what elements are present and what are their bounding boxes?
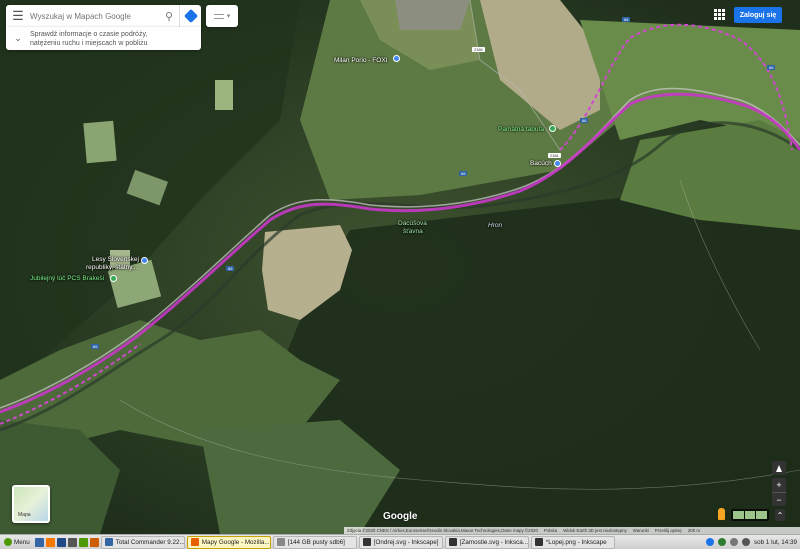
task-inkscape-ondrej[interactable]: [Ondrej.svg - Inkscape]	[358, 535, 443, 549]
map-label-stavna[interactable]: šťavna	[403, 228, 423, 235]
task-disk[interactable]: [144 GB pusty sdb6]	[272, 535, 357, 549]
task-label: [Ondrej.svg - Inkscape]	[373, 538, 439, 546]
attribution-feedback[interactable]: Prześlij opinię	[655, 528, 682, 533]
task-inkscape-lopej[interactable]: *Lopej.png - Inkscape	[530, 535, 615, 549]
poi-office-icon[interactable]	[141, 257, 148, 264]
network-icon[interactable]	[729, 538, 738, 546]
mint-menu-icon	[4, 538, 12, 546]
hp-icon[interactable]	[705, 538, 714, 546]
compass-icon	[776, 464, 782, 472]
map-label-pamatna-tabula[interactable]: Pamätná tabuľa	[498, 126, 544, 133]
firefox-icon	[190, 538, 199, 546]
expand-icon[interactable]: ⌃	[775, 509, 785, 521]
task-total-commander[interactable]: Total Commander 9.22...	[100, 535, 185, 549]
task-firefox[interactable]: Mapy Google - Mozilla...	[186, 535, 271, 549]
taskbar: Menu Total Commander 9.22... Mapy Google…	[0, 534, 800, 549]
task-label: Mapy Google - Mozilla...	[201, 538, 270, 546]
scale-label[interactable]: 200 m	[688, 528, 700, 533]
shield-icon[interactable]	[717, 538, 726, 546]
zoom-control: + −	[772, 478, 786, 506]
map-label-lesy-2[interactable]: republiky, štátny...	[86, 264, 137, 271]
traffic-info-card[interactable]: ⌄ Sprawdź informacje o czasie podróży, n…	[6, 27, 201, 50]
files-icon[interactable]	[45, 537, 55, 547]
start-menu-button[interactable]: Menu	[0, 535, 34, 549]
poi-monument-icon[interactable]	[549, 125, 556, 132]
task-label: [Zamostie.svg - Inksca...	[459, 538, 529, 546]
signin-button[interactable]: Zaloguj się	[734, 7, 782, 23]
desktop-icon[interactable]	[34, 537, 44, 547]
road-shield-66: 66	[226, 266, 235, 271]
clock[interactable]: sob 1 lut, 14:39	[754, 539, 797, 546]
compass-button[interactable]	[772, 461, 786, 475]
hamburger-menu-icon[interactable]: ☰	[6, 5, 30, 27]
poi-marker-icon[interactable]	[393, 55, 400, 62]
task-label: [144 GB pusty sdb6]	[287, 538, 345, 546]
inkscape-icon	[534, 538, 543, 546]
map-label-bacuch[interactable]: Bacúch	[530, 160, 552, 167]
search-box: ☰ ⚲	[6, 5, 201, 27]
map-view[interactable]: Milan Porio - FOXI Pamätná tabuľa Bacúch…	[0, 0, 800, 534]
road-shield-2381: 2381	[548, 153, 561, 158]
poi-park-icon[interactable]	[110, 275, 117, 282]
terminal-icon[interactable]	[56, 537, 66, 547]
map-label-hron: Hron	[488, 222, 503, 229]
map-type-toggle[interactable]: Mapa	[12, 485, 50, 523]
disk-icon	[276, 538, 285, 546]
task-label: Total Commander 9.22...	[115, 538, 185, 546]
pegman-icon[interactable]	[718, 508, 725, 520]
search-input[interactable]	[30, 6, 159, 26]
menu-label: Menu	[14, 538, 30, 546]
map-label-dacusova[interactable]: Dacúšova	[398, 220, 427, 227]
zoom-out-button[interactable]: −	[772, 492, 786, 506]
map-label-lesy-1[interactable]: Lesy Slovenskej	[92, 256, 139, 263]
google-apps-icon[interactable]	[714, 9, 725, 20]
attribution-earth: Widok Earth 3D jest niedostępny	[563, 528, 627, 533]
directions-icon	[183, 8, 198, 24]
map-label-jubilejny[interactable]: Jubilejný lúč PCS Brakeši	[30, 275, 104, 282]
zoom-in-button[interactable]: +	[772, 478, 786, 492]
road-shield-66: 66	[91, 344, 100, 349]
road-shield-66: 66	[767, 65, 776, 70]
road-shield-66: 66	[622, 17, 631, 22]
attribution-terms[interactable]: Warunki	[633, 528, 649, 533]
google-logo: Google	[383, 511, 418, 522]
directions-button[interactable]	[179, 5, 201, 27]
search-icon[interactable]: ⚲	[159, 5, 179, 27]
layers-icon	[213, 13, 224, 19]
volume-icon[interactable]	[741, 538, 750, 546]
system-tray: sob 1 lut, 14:39	[705, 538, 800, 546]
minimap-label: Mapa	[18, 512, 31, 518]
chevron-down-icon[interactable]: ⌄	[6, 33, 30, 44]
app-icon[interactable]	[67, 537, 77, 547]
app-icon[interactable]	[78, 537, 88, 547]
road-shield-66: 66	[459, 171, 468, 176]
road-shield-66: 66	[580, 118, 589, 123]
attribution-bar: Zdjęcia ©2020 CNES / Airbus,Eurosense/Ge…	[344, 527, 800, 534]
total-commander-icon	[104, 538, 113, 546]
attribution-country[interactable]: Polska	[544, 528, 557, 533]
traffic-text-line1: Sprawdź informacje o czasie podróży,	[30, 30, 148, 38]
poi-town-icon[interactable]	[554, 160, 561, 167]
layers-button[interactable]: ▾	[206, 5, 238, 27]
layer-thumbnails[interactable]	[731, 509, 769, 521]
traffic-text-line2: natężeniu ruchu i miejscach w pobliżu	[30, 39, 148, 47]
inkscape-icon	[362, 538, 371, 546]
firefox-icon[interactable]	[89, 537, 99, 547]
attribution-imagery: Zdjęcia ©2020 CNES / Airbus,Eurosense/Ge…	[347, 528, 538, 533]
map-label-milan-porio[interactable]: Milan Porio - FOXI	[334, 57, 387, 64]
road-shield-2380: 2380	[472, 47, 485, 52]
task-label: *Lopej.png - Inkscape	[545, 538, 607, 546]
dropdown-arrow-icon: ▾	[226, 13, 231, 20]
task-inkscape-zamostie[interactable]: [Zamostie.svg - Inksca...	[444, 535, 529, 549]
inkscape-icon	[448, 538, 457, 546]
